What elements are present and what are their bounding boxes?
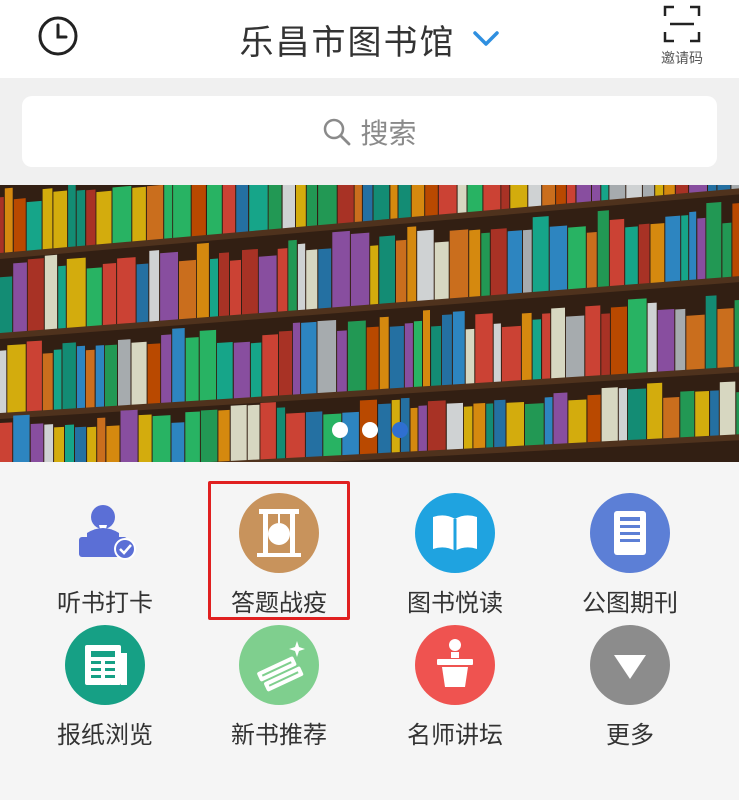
document-icon [590,493,670,573]
search-icon [324,118,351,145]
bookshelf-photo [0,185,739,462]
gong-icon [239,493,319,573]
top-bar: 乐昌市图书馆 邀请码 [0,0,739,78]
search-placeholder: 搜索 [360,116,417,150]
grid-item-label: 名师讲坛 [407,721,503,749]
search-input[interactable]: 搜索 [22,96,717,167]
invite-code-label: 邀请码 [661,51,703,67]
more-triangle-icon [590,625,670,705]
invite-code-button[interactable]: 邀请码 [655,4,709,70]
scan-icon [663,5,701,43]
carousel-dot[interactable] [361,422,378,438]
quiz-fight-epidemic-button[interactable]: 答题战疫 [214,493,344,623]
library-title[interactable]: 乐昌市图书馆 [240,15,456,64]
grid-item-label: 图书悦读 [407,589,503,617]
carousel-indicator [0,422,739,438]
book-reading-button[interactable]: 图书悦读 [390,493,520,623]
podium-icon [415,625,495,705]
newspaper-browse-button[interactable]: 报纸浏览 [40,625,170,755]
grid-item-label: 更多 [606,721,654,749]
grid-item-label: 新书推荐 [231,721,327,749]
open-book-icon [415,493,495,573]
grid-item-label: 公图期刊 [582,589,678,617]
new-books-icon [239,625,319,705]
carousel-dot-active[interactable] [391,422,408,438]
clock-icon[interactable] [37,15,79,57]
listen-checkin-button[interactable]: 听书打卡 [40,493,170,623]
grid-item-label: 听书打卡 [57,589,153,617]
newspaper-icon [65,625,145,705]
lecture-forum-button[interactable]: 名师讲坛 [390,625,520,755]
more-button[interactable]: 更多 [565,625,695,755]
chevron-down-icon[interactable] [472,30,500,48]
search-area: 搜索 [0,78,739,185]
carousel-dot[interactable] [331,422,348,438]
journals-button[interactable]: 公图期刊 [565,493,695,623]
banner-carousel[interactable] [0,185,739,462]
grid-item-label: 报纸浏览 [57,721,153,749]
new-book-recommend-button[interactable]: 新书推荐 [214,625,344,755]
listener-check-icon [65,493,145,573]
grid-item-label: 答题战疫 [231,589,327,617]
